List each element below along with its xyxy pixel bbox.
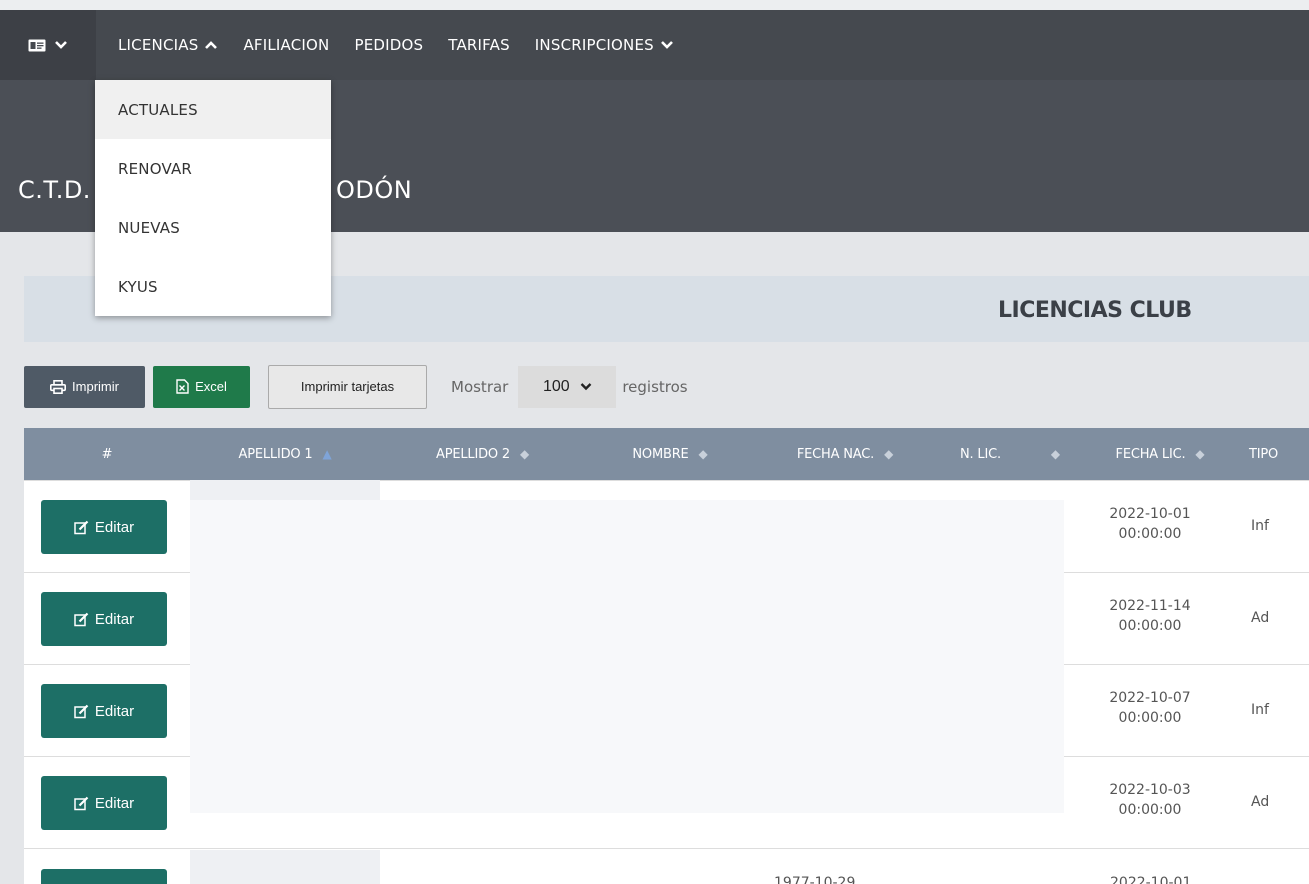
sort-icon: ◆: [884, 447, 894, 461]
tipo-cell: Ad: [1251, 794, 1270, 810]
nav-afiliacion[interactable]: AFILIACION: [243, 36, 329, 54]
sort-icon: ◆: [1195, 447, 1205, 461]
column-header-fecha-lic[interactable]: FECHA LIC. ◆: [1085, 428, 1235, 480]
column-header-apellido1[interactable]: APELLIDO 1 ▲: [190, 428, 380, 480]
print-cards-button[interactable]: Imprimir tarjetas: [268, 364, 427, 409]
fecha-lic-cell: 2022-10-01 00:00:00: [1094, 504, 1206, 544]
table-header: # APELLIDO 1 ▲ APELLIDO 2 ◆ NOMBRE ◆ FEC…: [24, 428, 1309, 480]
column-header-label: N. LIC.: [960, 446, 1001, 462]
page-size-value: 100: [542, 377, 570, 395]
fecha-lic-date: 2022-10-03: [1109, 782, 1191, 798]
sort-icon: ◆: [1050, 447, 1060, 461]
redacted-area: [190, 500, 1064, 813]
chevron-down-icon: [660, 41, 673, 49]
printer-icon: [50, 379, 67, 394]
edit-button[interactable]: Editar: [41, 592, 167, 646]
chevron-down-icon: [55, 41, 67, 49]
fecha-lic-date: 2022-10-07: [1109, 690, 1191, 706]
chevron-up-icon: [205, 41, 218, 49]
nav-pedidos-label: PEDIDOS: [354, 36, 424, 54]
fecha-lic-cell: 2022-10-03 00:00:00: [1094, 780, 1206, 820]
brand-menu[interactable]: [0, 10, 96, 80]
column-header-label: APELLIDO 1: [238, 446, 313, 462]
column-header-tipo[interactable]: TIPO: [1249, 428, 1309, 480]
print-button-label: Imprimir: [72, 379, 119, 394]
edit-button-label: Editar: [94, 518, 135, 536]
column-header-fecha-nac[interactable]: FECHA NAC. ◆: [755, 428, 935, 480]
nav-tarifas[interactable]: TARIFAS: [448, 36, 510, 54]
nav-inscripciones-label: INSCRIPCIONES: [534, 36, 654, 54]
print-button[interactable]: Imprimir: [24, 365, 145, 408]
page-size-select[interactable]: 100: [518, 365, 617, 408]
edit-button-label: Editar: [94, 610, 135, 628]
edit-button[interactable]: Editar: [41, 500, 167, 554]
fecha-lic-time: 00:00:00: [1118, 710, 1182, 726]
dropdown-item-kyus[interactable]: KYUS: [95, 257, 331, 316]
column-header-apellido2[interactable]: APELLIDO 2 ◆: [380, 428, 585, 480]
chevron-down-icon: [580, 383, 592, 391]
fecha-nac-cell: 1977-10-29: [774, 875, 856, 884]
sort-icon: ◆: [698, 447, 708, 461]
print-cards-button-label: Imprimir tarjetas: [300, 379, 395, 394]
excel-button[interactable]: Excel: [153, 365, 250, 408]
fecha-lic-date: 2022-11-14: [1109, 598, 1191, 614]
table-toolbar: Imprimir Excel Imprimir tarjetas Mostrar…: [24, 364, 688, 409]
edit-icon: [74, 612, 89, 626]
fecha-lic-date: 2022-10-01: [1109, 506, 1191, 522]
club-title-tail: ODÓN: [336, 176, 413, 204]
tipo-cell: Inf: [1251, 518, 1269, 534]
column-header-label: TIPO: [1249, 446, 1279, 462]
fecha-lic-time: 00:00:00: [1118, 526, 1182, 542]
show-label: Mostrar: [451, 377, 509, 396]
nav-licencias-label: LICENCIAS: [118, 36, 199, 54]
column-header-label: NOMBRE: [632, 446, 689, 462]
redacted-area: [190, 850, 380, 884]
column-header-n-lic[interactable]: N. LIC. ◆: [935, 428, 1085, 480]
edit-icon: [74, 796, 89, 810]
nav-tarifas-label: TARIFAS: [448, 36, 510, 54]
edit-icon: [74, 704, 89, 718]
excel-button-label: Excel: [195, 379, 227, 394]
tipo-cell: Inf: [1251, 702, 1269, 718]
nav-afiliacion-label: AFILIACION: [243, 36, 330, 54]
id-card-icon: [28, 39, 46, 51]
sort-icon: ◆: [519, 447, 529, 461]
column-header-label: FECHA NAC.: [796, 446, 875, 462]
edit-button-label: Editar: [94, 794, 135, 812]
redacted-area: [190, 480, 380, 500]
fecha-lic-cell: 2022-11-14 00:00:00: [1094, 596, 1206, 636]
main-navbar: LICENCIAS AFILIACION PEDIDOS TARIFAS INS…: [0, 10, 1309, 80]
fecha-lic-time: 00:00:00: [1118, 802, 1182, 818]
column-header-label: #: [101, 446, 113, 462]
nav-licencias[interactable]: LICENCIAS: [118, 36, 218, 54]
column-header-label: APELLIDO 2: [436, 446, 510, 462]
tipo-cell: Ad: [1251, 610, 1270, 626]
edit-icon: [74, 520, 89, 534]
top-strip: [0, 0, 1309, 10]
fecha-lic-time: 00:00:00: [1118, 618, 1182, 634]
dropdown-item-actuales[interactable]: ACTUALES: [95, 80, 331, 139]
nav-pedidos[interactable]: PEDIDOS: [354, 36, 423, 54]
edit-button-label: Editar: [94, 702, 135, 720]
column-header-label: FECHA LIC.: [1115, 446, 1186, 462]
column-header-number[interactable]: #: [24, 428, 190, 480]
fecha-lic-date: 2022-10-01: [1110, 875, 1192, 884]
records-label: registros: [622, 377, 688, 396]
panel-title: LICENCIAS CLUB: [998, 298, 1192, 323]
sort-asc-icon: ▲: [322, 447, 332, 461]
nav-inscripciones[interactable]: INSCRIPCIONES: [535, 36, 674, 54]
licencias-dropdown: ACTUALES RENOVAR NUEVAS KYUS: [95, 80, 331, 316]
club-title: C.T.D.: [18, 176, 91, 204]
excel-file-icon: [176, 379, 189, 394]
edit-button[interactable]: [41, 869, 167, 884]
edit-button[interactable]: Editar: [41, 776, 167, 830]
edit-button[interactable]: Editar: [41, 684, 167, 738]
dropdown-item-nuevas[interactable]: NUEVAS: [95, 198, 331, 257]
column-header-nombre[interactable]: NOMBRE ◆: [585, 428, 755, 480]
fecha-lic-cell: 2022-10-07 00:00:00: [1094, 688, 1206, 728]
dropdown-item-renovar[interactable]: RENOVAR: [95, 139, 331, 198]
